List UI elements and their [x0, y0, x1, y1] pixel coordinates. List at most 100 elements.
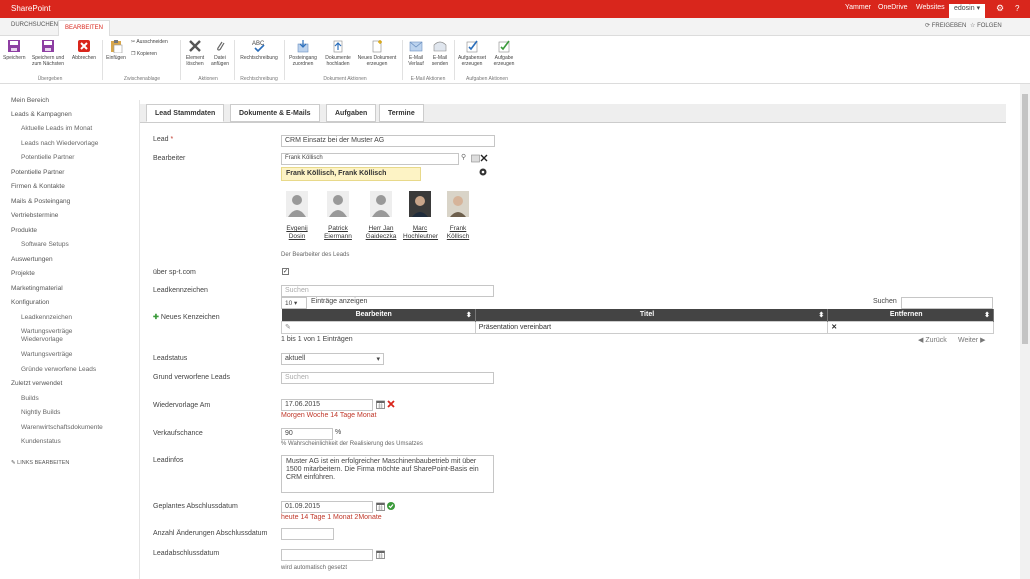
person-card[interactable]: Frank Köllisch — [444, 191, 472, 241]
next-button[interactable]: Weiter ▶ — [958, 336, 985, 344]
tab-edit[interactable]: BEARBEITEN — [58, 20, 111, 37]
user-menu[interactable]: edosin ▾ — [949, 4, 986, 18]
share-button[interactable]: ⟳ FREIGEBEN — [925, 22, 966, 29]
gear-icon[interactable]: ⚙ — [996, 3, 1004, 14]
delete-item-button[interactable]: Element löschen — [183, 39, 207, 67]
nav-item[interactable]: Kundenstatus — [21, 438, 61, 445]
nav-item[interactable]: Wartungsverträge Wiedervorlage — [21, 328, 111, 344]
column-header[interactable]: Titel ⬍ — [475, 309, 829, 321]
via-checkbox[interactable]: ✓ — [282, 268, 289, 275]
create-task-button[interactable]: Aufgabe erzeugen — [490, 39, 518, 67]
column-header[interactable]: Entfernen ⬍ — [827, 309, 994, 321]
nav-item[interactable]: Produkte — [11, 227, 37, 234]
paste-button[interactable]: Einfügen — [104, 39, 128, 61]
cut-button[interactable]: ✂ Ausschneiden — [131, 39, 168, 45]
new-document-button[interactable]: Neues Dokument erzeugen — [356, 39, 398, 67]
planned-date-shortcuts[interactable]: heute 14 Tage 1 Monat 2Monate — [281, 514, 382, 521]
edit-links-button[interactable]: ✎ LINKS BEARBEITEN — [11, 460, 69, 466]
copy-button[interactable]: ❐ Kopieren — [131, 51, 157, 57]
edit-icon[interactable]: ✎ — [285, 324, 291, 331]
tag-search-input[interactable]: Suchen — [281, 285, 494, 297]
person-card[interactable]: Herr Jan Gaideczka — [365, 191, 397, 241]
status-select[interactable]: aktuell ▾ — [281, 353, 384, 365]
changes-count-input[interactable] — [281, 528, 334, 540]
check-names-icon[interactable]: ⚲ — [461, 153, 466, 161]
websites-link[interactable]: Websites — [916, 4, 945, 11]
nav-item[interactable]: Aktuelle Leads im Monat — [21, 125, 92, 132]
nav-item[interactable]: Auswertungen — [11, 256, 53, 263]
column-header[interactable]: Bearbeiten ⬍ — [281, 309, 476, 321]
nav-item[interactable]: Potentielle Partner — [21, 154, 74, 161]
nav-item[interactable]: Leads nach Wiedervorlage — [21, 140, 98, 147]
create-taskset-button[interactable]: Aufgabenset erzeugen — [456, 39, 488, 67]
chance-input[interactable]: 90 — [281, 428, 333, 440]
close-date-input[interactable] — [281, 549, 373, 561]
help-icon[interactable]: ? — [1015, 4, 1019, 13]
nav-item[interactable]: Software Setups — [21, 241, 69, 248]
page-size-select[interactable]: 10 ▾ — [281, 297, 307, 309]
nav-item[interactable]: Vertriebstermine — [11, 212, 58, 219]
nav-item[interactable]: Mein Bereich — [11, 97, 49, 104]
calendar-icon[interactable] — [376, 400, 385, 409]
remove-cell[interactable]: ✕ — [827, 320, 994, 334]
email-history-button[interactable]: E-Mail Verlauf — [405, 39, 427, 67]
nav-item[interactable]: Leads & Kampagnen — [11, 111, 72, 118]
owner-input[interactable]: Frank Köllisch — [281, 153, 459, 165]
followup-date-input[interactable]: 17.06.2015 — [281, 399, 373, 411]
tab-browse[interactable]: DURCHSUCHEN — [11, 22, 58, 28]
nav-item[interactable]: Nightly Builds — [21, 409, 60, 416]
save-button[interactable]: Speichern — [3, 39, 26, 61]
info-textarea[interactable]: Muster AG ist ein erfolgreicher Maschine… — [281, 455, 494, 493]
nav-item[interactable]: Warenwirtschaftsdokumente — [21, 424, 111, 432]
calendar-icon[interactable] — [376, 550, 385, 559]
cancel-button[interactable]: Abbrechen — [70, 39, 98, 61]
prev-button[interactable]: ◀ Zurück — [918, 336, 947, 344]
person-card[interactable]: Patrick Eiermann — [324, 191, 352, 241]
nav-item[interactable]: Wartungsverträge — [21, 351, 72, 358]
nav-item[interactable]: Projekte — [11, 270, 35, 277]
settings-icon[interactable] — [479, 168, 487, 176]
nav-item[interactable]: Mails & Posteingang — [11, 198, 70, 205]
scrollbar-thumb[interactable] — [1022, 94, 1028, 344]
nav-item[interactable]: Builds — [21, 395, 39, 402]
planned-date-input[interactable]: 01.09.2015 — [281, 501, 373, 513]
attach-file-button[interactable]: Datei anfügen — [208, 39, 232, 67]
nav-item[interactable]: Marketingmaterial — [11, 285, 63, 292]
nav-item[interactable]: Potentielle Partner — [11, 169, 64, 176]
yammer-link[interactable]: Yammer — [845, 4, 871, 11]
person-card[interactable]: Evgenij Dosin — [283, 191, 311, 241]
spelling-button[interactable]: ABC Rechtschreibung — [236, 39, 282, 61]
send-email-button[interactable]: E-Mail senden — [429, 39, 451, 67]
new-tag-button[interactable]: ✚ Neues Kenzeichen — [153, 313, 220, 321]
tab-dokumente-emails[interactable]: Dokumente & E-Mails — [230, 104, 320, 122]
close-icon[interactable] — [480, 154, 488, 162]
clear-date-icon[interactable] — [387, 400, 395, 408]
owner-suggestion[interactable]: Frank Köllisch, Frank Köllisch — [281, 167, 421, 181]
discard-reason-input[interactable]: Suchen — [281, 372, 494, 384]
brand-link[interactable]: SharePoint — [11, 4, 51, 13]
nav-item[interactable]: Leadkennzeichen — [21, 314, 72, 321]
tab-aufgaben[interactable]: Aufgaben — [326, 104, 377, 122]
upload-docs-button[interactable]: Dokumente hochladen — [322, 39, 354, 67]
calendar-icon[interactable] — [376, 502, 385, 511]
nav-item[interactable]: Firmen & Kontakte — [11, 183, 65, 190]
followup-shortcuts[interactable]: Morgen Woche 14 Tage Monat — [281, 412, 376, 419]
save-next-button[interactable]: Speichern und zum Nächsten — [29, 39, 67, 67]
onedrive-link[interactable]: OneDrive — [878, 4, 908, 11]
new-document-label: Neues Dokument erzeugen — [357, 55, 397, 67]
tab-termine[interactable]: Termine — [379, 104, 424, 122]
assign-inbox-button[interactable]: Posteingang zuordnen — [286, 39, 320, 67]
follow-button[interactable]: ☆ FOLGEN — [970, 22, 1002, 29]
table-search-input[interactable] — [901, 297, 993, 309]
nav-item[interactable]: Konfiguration — [11, 299, 49, 306]
address-book-icon[interactable] — [471, 154, 480, 163]
person-card[interactable]: Marc Hochleutner — [403, 191, 438, 241]
tab-lead-stammdaten[interactable]: Lead Stammdaten — [146, 104, 225, 122]
edit-cell[interactable]: ✎ — [281, 320, 476, 334]
check-circle-icon — [387, 502, 395, 510]
nav-item[interactable]: Gründe verworfene Leads — [21, 366, 96, 373]
lead-input[interactable]: CRM Einsatz bei der Muster AG — [281, 135, 495, 147]
close-icon[interactable]: ✕ — [831, 324, 837, 331]
nav-item[interactable]: Zuletzt verwendet — [11, 380, 62, 387]
page-scrollbar[interactable] — [1020, 84, 1030, 579]
